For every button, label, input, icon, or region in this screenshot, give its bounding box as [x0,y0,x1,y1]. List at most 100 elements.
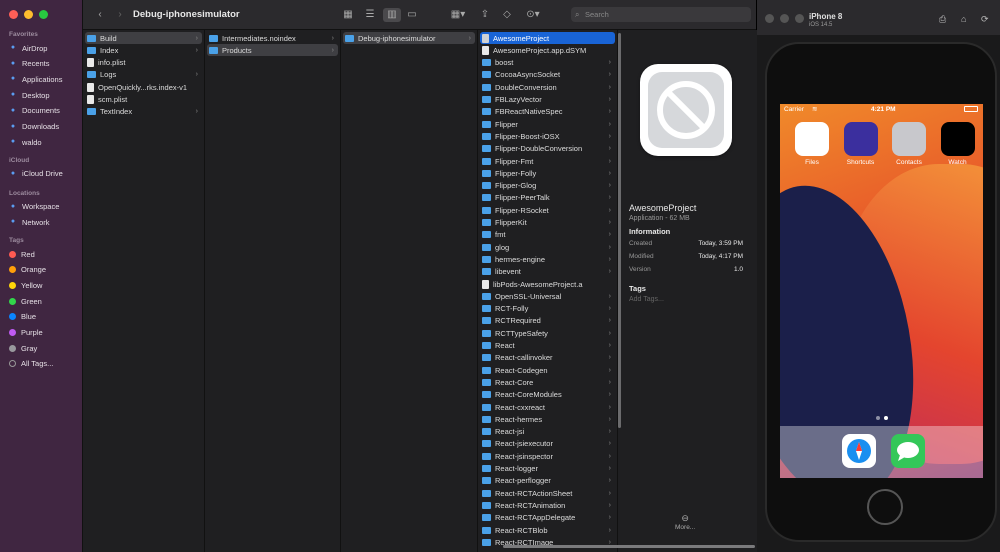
list-item[interactable]: AwesomeProject [480,32,615,44]
forward-icon[interactable]: › [113,8,127,22]
group-icon[interactable]: ▦▾ [449,8,467,22]
list-item[interactable]: FBReactNativeSpec › [480,106,615,118]
home-button[interactable] [867,489,903,525]
column-view-icon[interactable]: ▥ [383,8,401,22]
sidebar-item-blue[interactable]: Blue [9,311,36,323]
list-item[interactable]: OpenSSL-Universal › [480,290,615,302]
sidebar-item-waldo[interactable]: ● waldo [9,136,42,148]
sidebar-item-downloads[interactable]: ● Downloads [9,121,59,133]
list-item[interactable]: scm.plist [85,94,202,106]
list-item[interactable]: React-Core › [480,376,615,388]
list-item[interactable]: Flipper-Fmt › [480,155,615,167]
list-item[interactable]: React-RCTAppDelegate › [480,512,615,524]
app-shortcuts[interactable]: Shortcuts [843,122,878,166]
list-item[interactable]: Flipper-Glog › [480,180,615,192]
close-button[interactable] [765,14,774,23]
list-item[interactable]: React-Codegen › [480,364,615,376]
sidebar-item-green[interactable]: Green [9,295,42,307]
zoom-button[interactable] [795,14,804,23]
sidebar-item-yellow[interactable]: Yellow [9,279,42,291]
sidebar-item-network[interactable]: ● Network [9,216,50,228]
list-item[interactable]: boost › [480,57,615,69]
list-item[interactable]: Flipper › [480,118,615,130]
list-item[interactable]: React-cxxreact › [480,401,615,413]
list-item[interactable]: React-jsinspector › [480,450,615,462]
rotate-icon[interactable]: ⟳ [981,14,989,25]
list-item[interactable]: Debug-iphonesimulator › [343,32,475,44]
sidebar-item-gray[interactable]: Gray [9,342,37,354]
minimize-button[interactable] [24,10,33,19]
sidebar-item-workspace[interactable]: ● Workspace [9,201,60,213]
sidebar-item-airdrop[interactable]: ● AirDrop [9,42,48,54]
home-icon[interactable]: ⌂ [961,14,966,24]
list-item[interactable]: libevent › [480,266,615,278]
icon-view-icon[interactable]: ▦ [341,8,355,22]
sidebar-item-applications[interactable]: ● Applications [9,73,63,85]
sidebar-item-recents[interactable]: ● Recents [9,58,50,70]
list-item[interactable]: React › [480,340,615,352]
home-screen[interactable]: Carrier ≋ 4:21 PM Files Shortcuts Contacts… [780,104,983,478]
more-button[interactable]: ⊖ More... [675,513,695,531]
list-item[interactable]: React-CoreModules › [480,389,615,401]
list-item[interactable]: React-callinvoker › [480,352,615,364]
list-item[interactable]: Products › [207,44,338,57]
sidebar-item-desktop[interactable]: ● Desktop [9,89,50,101]
sidebar-item-all-tags-[interactable]: All Tags... [9,358,53,370]
list-item[interactable]: Flipper-PeerTalk › [480,192,615,204]
app-watch[interactable]: Watch [940,122,975,166]
list-item[interactable]: Index › [85,44,202,56]
add-tags-field[interactable]: Add Tags... [629,296,664,303]
messages-icon[interactable] [891,434,925,468]
sidebar-item-orange[interactable]: Orange [9,264,46,276]
zoom-button[interactable] [39,10,48,19]
sidebar-item-documents[interactable]: ● Documents [9,105,60,117]
list-item[interactable]: TextIndex › [85,106,202,118]
safari-icon[interactable] [842,434,876,468]
list-item[interactable]: DoubleConversion › [480,81,615,93]
share-icon[interactable]: ⇪ [478,8,492,22]
list-item[interactable]: React-RCTAnimation › [480,499,615,511]
sidebar-item-icloud-drive[interactable]: ● iCloud Drive [9,168,63,180]
sidebar-item-red[interactable]: Red [9,248,35,260]
list-item[interactable]: React-perflogger › [480,475,615,487]
list-item[interactable]: React-hermes › [480,413,615,425]
app-files[interactable]: Files [795,122,829,166]
list-item[interactable]: React-RCTActionSheet › [480,487,615,499]
more-actions-icon[interactable]: ⊙▾ [523,8,543,22]
list-item[interactable]: FBLazyVector › [480,94,615,106]
list-item[interactable]: info.plist [85,57,202,69]
list-item[interactable]: CocoaAsyncSocket › [480,69,615,81]
minimize-button[interactable] [780,14,789,23]
tag-icon[interactable]: ◇ [500,8,514,22]
list-item[interactable]: RCTRequired › [480,315,615,327]
list-item[interactable]: libPods-AwesomeProject.a [480,278,615,290]
sidebar-item-purple[interactable]: Purple [9,327,43,339]
close-button[interactable] [9,10,18,19]
list-item[interactable]: React-jsiexecutor › [480,438,615,450]
list-item[interactable]: Intermediates.noindex › [207,32,338,44]
list-item[interactable]: RCT-Folly › [480,303,615,315]
list-item[interactable]: React-jsi › [480,426,615,438]
list-view-icon[interactable]: ☰ [363,8,377,22]
gallery-view-icon[interactable]: ▭ [405,8,419,22]
list-item[interactable]: glog › [480,241,615,253]
list-item[interactable]: Flipper-Boost-iOSX › [480,130,615,142]
list-item[interactable]: hermes-engine › [480,253,615,265]
list-item[interactable]: Build › [85,32,202,44]
list-item[interactable]: React-logger › [480,463,615,475]
list-item[interactable]: Flipper-Folly › [480,167,615,179]
search-field[interactable]: ⌕ Search [571,7,751,22]
list-item[interactable]: RCTTypeSafety › [480,327,615,339]
list-item[interactable]: Logs › [85,69,202,81]
screenshot-icon[interactable]: ⎙ [939,14,946,25]
horizontal-scrollbar[interactable] [503,545,755,548]
list-item[interactable]: AwesomeProject.app.dSYM [480,44,615,56]
list-item[interactable]: fmt › [480,229,615,241]
list-item[interactable]: OpenQuickly...rks.index-v1 [85,81,202,93]
list-item[interactable]: React-RCTBlob › [480,524,615,536]
list-item[interactable]: FlipperKit › [480,217,615,229]
back-icon[interactable]: ‹ [93,8,107,22]
list-item[interactable]: Flipper-RSocket › [480,204,615,216]
app-contacts[interactable]: Contacts [892,122,926,166]
list-item[interactable]: Flipper-DoubleConversion › [480,143,615,155]
